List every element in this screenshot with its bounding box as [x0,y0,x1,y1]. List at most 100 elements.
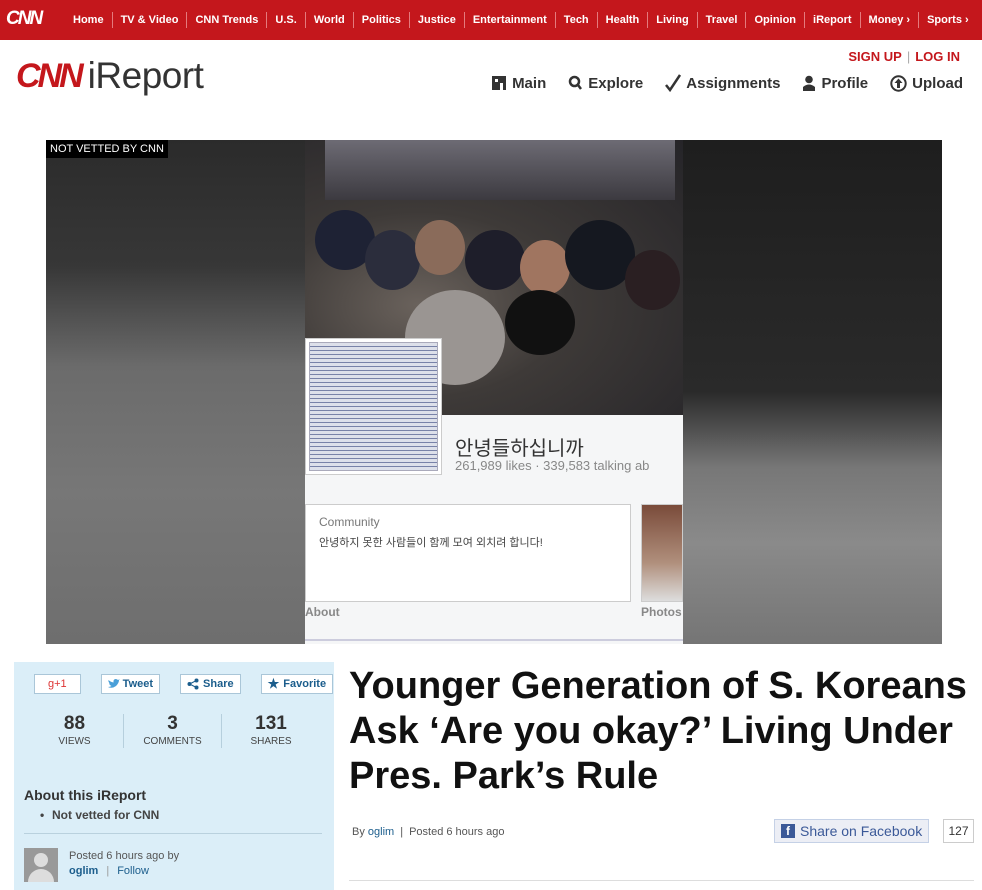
follow-link[interactable]: Follow [117,865,149,877]
hero-blurred-left [46,140,305,644]
crowd-figure [325,140,675,200]
nav-health[interactable]: Health [596,12,648,28]
facebook-profile-thumbnail [305,338,442,475]
nav-assignments-label: Assignments [686,74,781,92]
stat-views: 88 VIEWS [26,714,124,748]
ireport-main-nav: Main Explore Assignments Profile Upload [469,74,963,92]
share-icon [187,678,199,690]
ireport-logo[interactable]: CNN iReport [16,54,204,98]
facebook-icon: f [781,824,795,838]
facebook-divider [305,639,683,641]
nav-entertainment[interactable]: Entertainment [463,12,555,28]
byline-separator: | [400,826,404,838]
brand-ireport: iReport [87,55,204,96]
facebook-photos-thumbnail [641,504,683,602]
nav-world[interactable]: World [304,12,353,28]
community-description: 안녕하지 못한 사람들이 함께 모여 외치려 합니다! [319,537,543,549]
about-heading: About this iReport [24,787,147,803]
byline: By oglim | Posted 6 hours ago [352,826,504,838]
log-in-link[interactable]: LOG IN [915,49,960,64]
facebook-photos-label: Photos [641,605,682,619]
tweet-label: Tweet [122,678,154,690]
crowd-figure [520,240,570,295]
sidebar-divider [24,833,322,834]
nav-us[interactable]: U.S. [266,12,304,28]
nav-profile[interactable]: Profile [802,74,868,92]
facebook-page-stats: 261,989 likes · 339,583 talking ab [455,458,650,473]
views-label: VIEWS [58,736,91,747]
article-divider [349,880,974,881]
by-label: By [352,826,365,838]
views-count: 88 [63,713,86,734]
sign-up-link[interactable]: SIGN UP [848,49,901,64]
cnn-logo[interactable]: CNN [6,6,44,32]
section-menu: Home TV & Video CNN Trends U.S. World Po… [64,12,977,28]
nav-justice[interactable]: Justice [408,12,464,28]
nav-home[interactable]: Home [64,12,112,28]
facebook-share-button[interactable]: f Share on Facebook [774,819,930,843]
avatar[interactable] [24,848,58,882]
nav-sports[interactable]: Sports › [918,12,977,28]
posted-time: Posted 6 hours ago by [69,850,180,862]
hero-blurred-right [683,140,942,644]
avatar-head [34,853,48,867]
nav-politics[interactable]: Politics [352,12,409,28]
nav-upload[interactable]: Upload [890,74,963,92]
crowd-figure [625,250,680,310]
crowd-figure [505,290,575,355]
story-stats: 88 VIEWS 3 COMMENTS 131 SHARES [26,714,320,748]
favorite-button[interactable]: ★ Favorite [260,674,334,694]
nav-explore-label: Explore [588,74,644,92]
comments-count: 3 [167,713,178,734]
nav-travel[interactable]: Travel [696,12,746,28]
auth-separator: | [906,49,911,64]
hero-image-gallery[interactable]: 안녕들하십니까 261,989 likes · 339,583 talking … [46,140,942,644]
nav-tech[interactable]: Tech [554,12,597,28]
checkmark-icon [665,74,682,92]
share-button[interactable]: Share [180,674,241,694]
favorite-label: Favorite [283,678,327,690]
byline-posted: Posted 6 hours ago [409,826,505,838]
comments-label: COMMENTS [143,736,202,747]
article-title: Younger Generation of S. Koreans Ask ‘Ar… [349,665,967,797]
star-icon: ★ [267,676,280,691]
user-icon [803,75,816,91]
community-title: Community [319,515,380,529]
stat-comments[interactable]: 3 COMMENTS [124,714,222,748]
auth-links: SIGN UP | LOG IN [848,49,960,64]
nav-tv-video[interactable]: TV & Video [111,12,187,28]
poster-separator: | [106,865,110,877]
top-navigation-bar: CNN Home TV & Video CNN Trends U.S. Worl… [0,0,982,40]
crowd-figure [415,220,465,275]
crowd-figure [365,230,420,290]
poster-username-link[interactable]: oglim [69,865,98,877]
stat-shares: 131 SHARES [222,714,320,748]
facebook-page-name: 안녕들하십니까 [455,438,584,460]
nav-assignments[interactable]: Assignments [665,74,780,92]
home-icon [492,76,507,90]
tweet-button[interactable]: Tweet [100,674,161,694]
nav-money[interactable]: Money › [859,12,919,28]
avatar-body [28,869,54,882]
nav-main[interactable]: Main [491,74,546,92]
search-icon [568,75,583,90]
nav-main-label: Main [512,74,547,92]
nav-living[interactable]: Living [647,12,696,28]
vetting-status: Not vetted for CNN [40,808,159,822]
shares-label: SHARES [250,736,292,747]
nav-opinion[interactable]: Opinion [745,12,804,28]
shares-count: 131 [255,713,287,734]
social-buttons: g+1 Tweet Share ★ Favorite [34,674,353,694]
author-link[interactable]: oglim [368,826,394,838]
poster-line: oglim | Follow [69,865,149,877]
facebook-about-label: About [305,605,340,619]
twitter-bird-icon [107,679,120,688]
brand-cnn: CNN [16,56,84,95]
share-label: Share [203,678,234,690]
google-plus-button[interactable]: g+1 [34,674,81,694]
crowd-figure [465,230,525,290]
nav-ireport[interactable]: iReport [804,12,860,28]
upload-icon [890,74,907,92]
nav-cnn-trends[interactable]: CNN Trends [186,12,266,28]
nav-explore[interactable]: Explore [568,74,643,92]
